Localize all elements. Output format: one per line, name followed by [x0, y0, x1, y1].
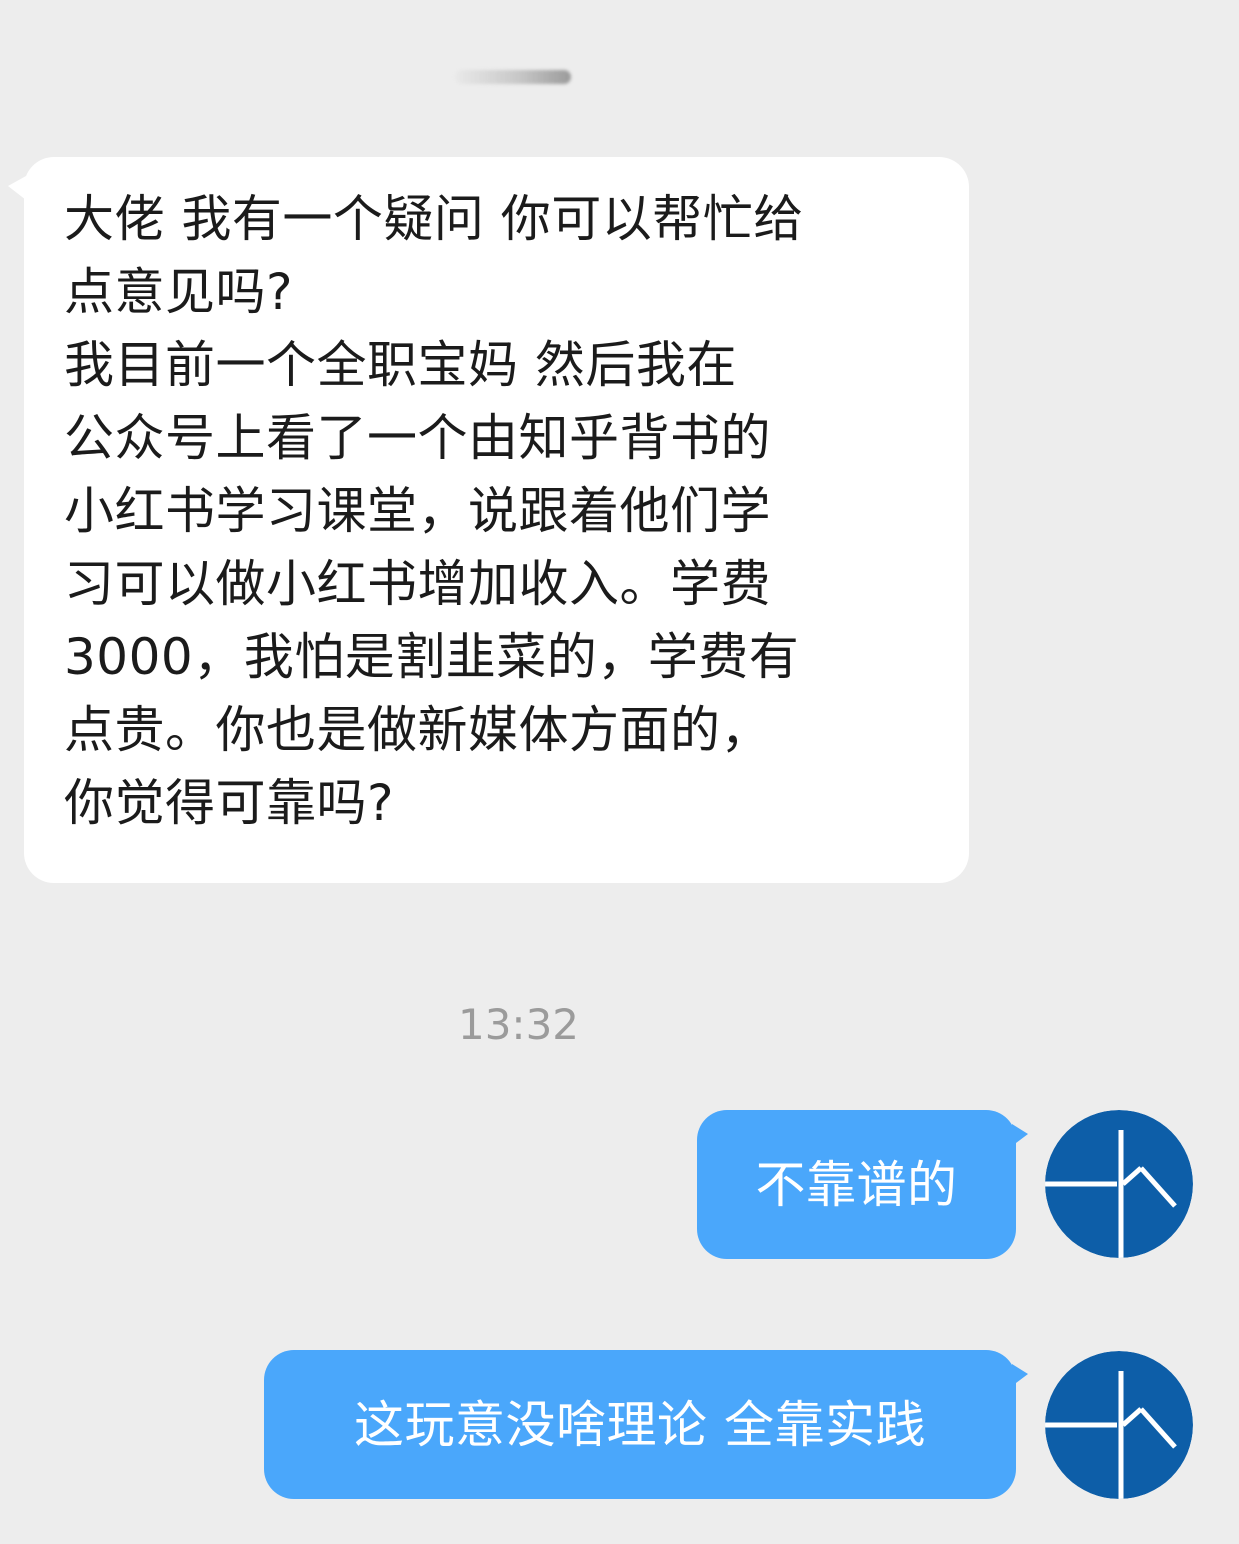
- avatar[interactable]: [1045, 1351, 1193, 1499]
- incoming-message-line: 公众号上看了一个由知乎背书的: [64, 409, 771, 467]
- outgoing-message-text: 不靠谱的: [755, 1155, 958, 1214]
- blue-circle-logo-icon: [1045, 1110, 1193, 1258]
- incoming-message-line: 我目前一个全职宝妈 然后我在: [64, 336, 737, 394]
- incoming-message-bubble[interactable]: 大佬 我有一个疑问 你可以帮忙给 点意见吗? 我目前一个全职宝妈 然后我在 公众…: [24, 157, 969, 883]
- outgoing-message-bubble[interactable]: 这玩意没啥理论 全靠实践: [264, 1350, 1016, 1499]
- outgoing-message-bubble[interactable]: 不靠谱的: [697, 1110, 1016, 1259]
- incoming-message-line: 大佬 我有一个疑问 你可以帮忙给: [64, 190, 804, 248]
- avatar[interactable]: [1045, 1110, 1193, 1258]
- incoming-message-line: 习可以做小红书增加收入。学费: [64, 555, 771, 613]
- blue-circle-logo-icon: [1045, 1351, 1193, 1499]
- incoming-message-line: 你觉得可靠吗?: [64, 774, 395, 832]
- message-timestamp: 13:32: [457, 1000, 580, 1049]
- incoming-message-line: 点贵。你也是做新媒体方面的，: [64, 701, 771, 759]
- outgoing-bubble-tail: [1012, 1364, 1028, 1386]
- incoming-message-line: 3000，我怕是割韭菜的，学费有: [64, 628, 800, 686]
- outgoing-message-text: 这玩意没啥理论 全靠实践: [354, 1395, 926, 1454]
- incoming-message-line: 点意见吗?: [64, 263, 294, 321]
- outgoing-bubble-tail: [1012, 1124, 1028, 1146]
- incoming-message-line: 小红书学习课堂，说跟着他们学: [64, 482, 771, 540]
- blurred-contact-name: [455, 70, 571, 84]
